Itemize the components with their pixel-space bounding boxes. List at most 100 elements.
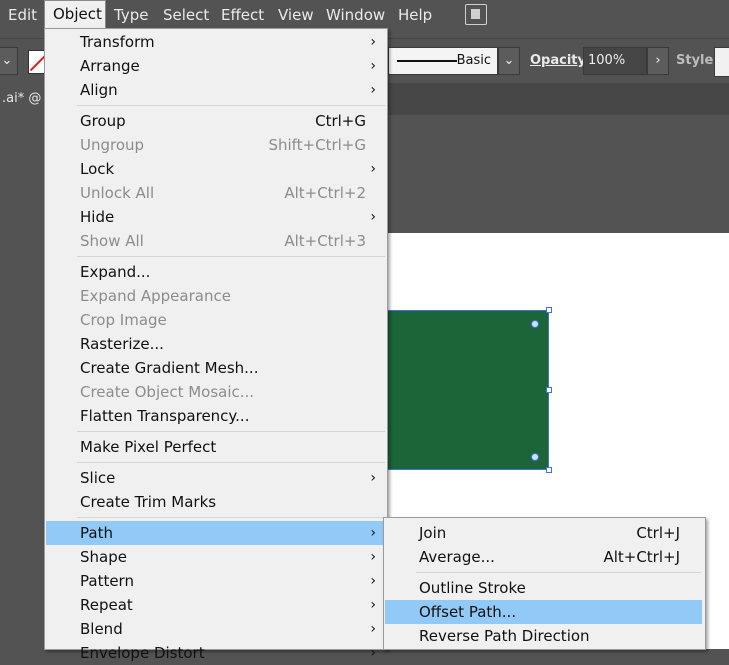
object-menu-item-expand-appearance[interactable]: Expand Appearance: [46, 284, 386, 308]
fill-dropdown-button[interactable]: ⌄: [0, 47, 18, 75]
selected-rectangle[interactable]: [380, 310, 549, 470]
path-menu-item-offset-path[interactable]: Offset Path...: [385, 600, 702, 624]
object-menu-item-slice[interactable]: Slice ›: [46, 466, 386, 490]
path-menu-item-join[interactable]: Join Ctrl+J: [385, 521, 702, 545]
menu-item-label: Hide: [80, 208, 115, 226]
menu-item-shortcut: Ctrl+J: [636, 524, 680, 542]
gpu-preview-icon[interactable]: [465, 4, 487, 25]
menu-item-label: Path: [80, 524, 113, 542]
object-menu-separator: [77, 256, 385, 257]
menubar-help[interactable]: Help: [390, 0, 440, 30]
chevron-right-icon: ›: [370, 470, 376, 486]
object-menu-item-create-object-mosaic[interactable]: Create Object Mosaic...: [46, 380, 386, 404]
menu-item-label: Pattern: [80, 572, 134, 590]
menubar-edit[interactable]: Edit: [0, 0, 44, 30]
menu-item-label: Make Pixel Perfect: [80, 438, 217, 456]
path-menu-separator: [416, 572, 701, 573]
object-menu-item-flatten-transparency[interactable]: Flatten Transparency...: [46, 404, 386, 428]
menu-item-label: Rasterize...: [80, 335, 164, 353]
path-submenu: Join Ctrl+J Average... Alt+Ctrl+J Outline St…: [383, 517, 706, 650]
path-menu-item-outline-stroke[interactable]: Outline Stroke: [385, 576, 702, 600]
chevron-right-icon: ›: [370, 82, 376, 98]
chevron-right-icon: ›: [370, 573, 376, 589]
corner-widget-top-right[interactable]: [531, 320, 539, 328]
menu-item-label: Create Trim Marks: [80, 493, 217, 511]
object-menu-item-repeat[interactable]: Repeat ›: [46, 593, 386, 617]
object-menu-item-hide[interactable]: Hide ›: [46, 205, 386, 229]
menubar-object[interactable]: Object: [44, 0, 106, 29]
menu-item-label: Create Gradient Mesh...: [80, 359, 259, 377]
menu-item-label: Create Object Mosaic...: [80, 383, 255, 401]
corner-widget-bottom-right[interactable]: [531, 453, 539, 461]
object-menu-separator: [77, 105, 385, 106]
menu-item-label: Unlock All: [80, 184, 155, 202]
stroke-style-field[interactable]: Basic: [388, 47, 498, 75]
style-swatch[interactable]: [714, 47, 729, 77]
bounding-handle-top-right[interactable]: [546, 307, 552, 313]
object-menu-item-blend[interactable]: Blend ›: [46, 617, 386, 641]
menu-item-label: Blend: [80, 620, 123, 638]
style-label: Style:: [676, 53, 719, 68]
object-menu-item-show-all[interactable]: Show All Alt+Ctrl+3: [46, 229, 386, 253]
chevron-right-icon: ›: [370, 58, 376, 74]
menu-item-label: Transform: [80, 33, 155, 51]
object-menu-item-arrange[interactable]: Arrange ›: [46, 54, 386, 78]
chevron-right-icon: ›: [370, 549, 376, 565]
object-menu-item-transform[interactable]: Transform ›: [46, 30, 386, 54]
chevron-right-icon: ›: [370, 209, 376, 225]
object-menu-item-lock[interactable]: Lock ›: [46, 157, 386, 181]
chevron-right-icon: ›: [370, 621, 376, 637]
menu-item-label: Flatten Transparency...: [80, 407, 250, 425]
object-menu-item-rasterize[interactable]: Rasterize...: [46, 332, 386, 356]
menu-item-label: Arrange: [80, 57, 140, 75]
object-menu-separator: [77, 431, 385, 432]
object-menu-item-make-pixel-perfect[interactable]: Make Pixel Perfect: [46, 435, 386, 459]
menu-item-label: Crop Image: [80, 311, 167, 329]
object-menu-item-shape[interactable]: Shape ›: [46, 545, 386, 569]
menubar-window[interactable]: Window: [318, 0, 390, 30]
menu-bar: Edit Object Type Select Effect View Window Help: [0, 0, 729, 30]
menu-item-label: Reverse Path Direction: [419, 627, 590, 645]
menu-item-label: Group: [80, 112, 126, 130]
opacity-input[interactable]: 100%: [583, 47, 647, 75]
menu-item-label: Align: [80, 81, 118, 99]
bounding-handle-bottom-right[interactable]: [546, 467, 552, 473]
object-menu-item-align[interactable]: Align ›: [46, 78, 386, 102]
menubar-type[interactable]: Type: [106, 0, 155, 30]
object-menu-item-group[interactable]: Group Ctrl+G: [46, 109, 386, 133]
path-menu-item-average[interactable]: Average... Alt+Ctrl+J: [385, 545, 702, 569]
stroke-style-label: Basic: [456, 53, 491, 68]
path-menu-item-reverse-path-direction[interactable]: Reverse Path Direction: [385, 624, 702, 648]
menu-item-label: Outline Stroke: [419, 579, 526, 597]
object-menu: Transform › Arrange › Align › Group Ctrl+G Ungro…: [44, 28, 388, 662]
chevron-right-icon: ›: [370, 34, 376, 50]
menu-item-label: Show All: [80, 232, 144, 250]
object-menu-separator: [77, 517, 385, 518]
object-menu-separator: [77, 462, 385, 463]
menu-item-label: Average...: [419, 548, 495, 566]
opacity-expand-button[interactable]: ›: [647, 47, 669, 75]
bounding-handle-right[interactable]: [546, 387, 552, 393]
object-menu-item-ungroup[interactable]: Ungroup Shift+Ctrl+G: [46, 133, 386, 157]
chevron-right-icon: ›: [370, 525, 376, 541]
object-menu-item-create-trim-marks[interactable]: Create Trim Marks: [46, 490, 386, 514]
menubar-view[interactable]: View: [270, 0, 318, 30]
chevron-right-icon: ›: [370, 645, 376, 661]
object-menu-item-expand[interactable]: Expand...: [46, 260, 386, 284]
menu-item-label: Expand...: [80, 263, 151, 281]
object-menu-item-crop-image[interactable]: Crop Image: [46, 308, 386, 332]
menu-item-shortcut: Ctrl+G: [315, 112, 366, 130]
menu-item-label: Ungroup: [80, 136, 145, 154]
object-menu-item-envelope-distort[interactable]: Envelope Distort ›: [46, 641, 386, 665]
object-menu-item-pattern[interactable]: Pattern ›: [46, 569, 386, 593]
object-menu-item-path[interactable]: Path ›: [46, 521, 386, 545]
menubar-effect[interactable]: Effect: [213, 0, 270, 30]
menu-item-shortcut: Alt+Ctrl+J: [603, 548, 680, 566]
object-menu-item-unlock-all[interactable]: Unlock All Alt+Ctrl+2: [46, 181, 386, 205]
menubar-select[interactable]: Select: [155, 0, 213, 30]
menu-item-label: Offset Path...: [419, 603, 517, 621]
object-menu-item-create-gradient-mesh[interactable]: Create Gradient Mesh...: [46, 356, 386, 380]
menu-item-label: Expand Appearance: [80, 287, 231, 305]
stroke-style-dropdown-button[interactable]: ⌄: [498, 47, 520, 75]
opacity-label[interactable]: Opacity:: [530, 47, 591, 75]
